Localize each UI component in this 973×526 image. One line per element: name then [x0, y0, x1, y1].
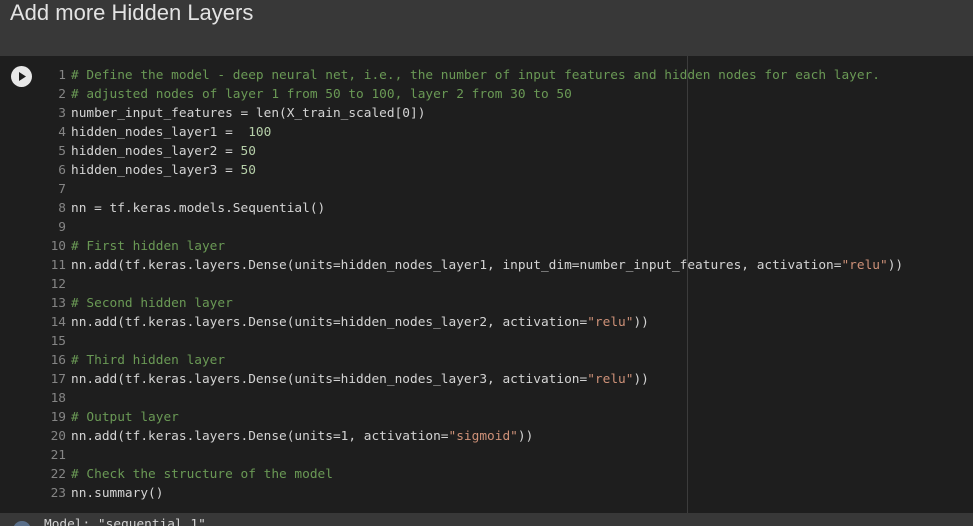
line-number: 23: [50, 486, 66, 501]
code-token-string: "relu": [587, 372, 634, 387]
section-header: Add more Hidden Layers: [0, 0, 973, 56]
cell-output-area: Model: "sequential_1": [0, 513, 973, 526]
code-line[interactable]: 9: [44, 218, 969, 237]
code-line[interactable]: 15: [44, 332, 969, 351]
line-number: 11: [50, 258, 66, 273]
play-icon: [19, 72, 26, 81]
line-number: 7: [58, 182, 66, 197]
code-line[interactable]: 17 nn.add(tf.keras.layers.Dense(units=hid…: [44, 370, 969, 389]
code-token-comment: # Check the structure of the model: [71, 467, 333, 482]
code-line[interactable]: 10 # First hidden layer: [44, 237, 969, 256]
line-number: 13: [50, 296, 66, 311]
code-token-comment: # Output layer: [71, 410, 179, 425]
code-line[interactable]: 4 hidden_nodes_layer1 = 100: [44, 123, 969, 142]
code-token-plain: nn.add(tf.keras.layers.Dense(units=hidde…: [71, 258, 842, 273]
code-token-plain: )): [887, 258, 904, 273]
code-token-plain: )): [633, 372, 649, 387]
code-token-comment: # Third hidden layer: [71, 353, 226, 368]
line-number: 20: [50, 429, 66, 444]
code-token-string: "relu": [841, 258, 888, 273]
code-line[interactable]: 7: [44, 180, 969, 199]
code-line[interactable]: 14 nn.add(tf.keras.layers.Dense(units=hid…: [44, 313, 969, 332]
line-number: 2: [58, 87, 66, 102]
code-token-number: 100: [248, 125, 272, 140]
line-number: 9: [58, 220, 66, 235]
code-token-plain: nn = tf.keras.models.Sequential(): [71, 201, 326, 216]
output-text: Model: "sequential_1": [44, 517, 206, 526]
code-line[interactable]: 8 nn = tf.keras.models.Sequential(): [44, 199, 969, 218]
line-number: 18: [50, 391, 66, 406]
code-line[interactable]: 6 hidden_nodes_layer3 = 50: [44, 161, 969, 180]
code-token-plain: nn.add(tf.keras.layers.Dense(units=1, ac…: [71, 429, 449, 444]
line-number: 17: [50, 372, 66, 387]
code-token-plain: number_input_features = len(X_train_scal…: [71, 106, 426, 121]
code-line[interactable]: 22 # Check the structure of the model: [44, 465, 969, 484]
code-token-plain: )): [633, 315, 649, 330]
output-icon[interactable]: [13, 521, 31, 526]
code-line[interactable]: 20 nn.add(tf.keras.layers.Dense(units=1, …: [44, 427, 969, 446]
line-number: 19: [50, 410, 66, 425]
code-line[interactable]: 2 # adjusted nodes of layer 1 from 50 to …: [44, 85, 969, 104]
code-line[interactable]: 23 nn.summary(): [44, 484, 969, 503]
line-number: 3: [58, 106, 66, 121]
code-token-plain: nn.add(tf.keras.layers.Dense(units=hidde…: [71, 372, 588, 387]
line-number: 5: [58, 144, 66, 159]
code-token-comment: # Second hidden layer: [71, 296, 233, 311]
code-line[interactable]: 1 # Define the model - deep neural net, i…: [44, 66, 969, 85]
code-line[interactable]: 21: [44, 446, 969, 465]
line-number: 12: [50, 277, 66, 292]
code-token-plain: nn.summary(): [71, 486, 164, 501]
code-line[interactable]: 11 nn.add(tf.keras.layers.Dense(units=hid…: [44, 256, 969, 275]
run-cell-button[interactable]: [11, 66, 32, 87]
code-token-plain: hidden_nodes_layer3 =: [71, 163, 241, 178]
code-token-comment: # adjusted nodes of layer 1 from 50 to 1…: [71, 87, 572, 102]
code-token-plain: )): [517, 429, 534, 444]
code-line[interactable]: 18: [44, 389, 969, 408]
line-number: 1: [58, 68, 66, 83]
code-line[interactable]: 12: [44, 275, 969, 294]
code-token-string: "relu": [587, 315, 634, 330]
code-line[interactable]: 5 hidden_nodes_layer2 = 50: [44, 142, 969, 161]
code-token-plain: hidden_nodes_layer2 =: [71, 144, 241, 159]
line-number: 21: [50, 448, 66, 463]
code-token-plain: nn.add(tf.keras.layers.Dense(units=hidde…: [71, 315, 588, 330]
code-token-number: 50: [240, 163, 256, 178]
code-editor[interactable]: 1 # Define the model - deep neural net, i…: [44, 66, 969, 503]
line-number: 10: [50, 239, 66, 254]
code-token-string: "sigmoid": [448, 429, 518, 444]
code-token-comment: # Define the model - deep neural net, i.…: [71, 68, 880, 83]
code-line[interactable]: 13 # Second hidden layer: [44, 294, 969, 313]
line-number: 14: [50, 315, 66, 330]
line-number: 15: [50, 334, 66, 349]
line-number: 8: [58, 201, 66, 216]
line-number: 4: [58, 125, 66, 140]
code-line[interactable]: 16 # Third hidden layer: [44, 351, 969, 370]
line-number: 22: [50, 467, 66, 482]
code-line[interactable]: 3 number_input_features = len(X_train_sca…: [44, 104, 969, 123]
code-token-number: 50: [240, 144, 256, 159]
line-number: 16: [50, 353, 66, 368]
code-line[interactable]: 19 # Output layer: [44, 408, 969, 427]
code-token-plain: hidden_nodes_layer1 =: [71, 125, 249, 140]
section-title: Add more Hidden Layers: [10, 0, 254, 25]
code-token-comment: # First hidden layer: [71, 239, 226, 254]
line-number: 6: [58, 163, 66, 178]
